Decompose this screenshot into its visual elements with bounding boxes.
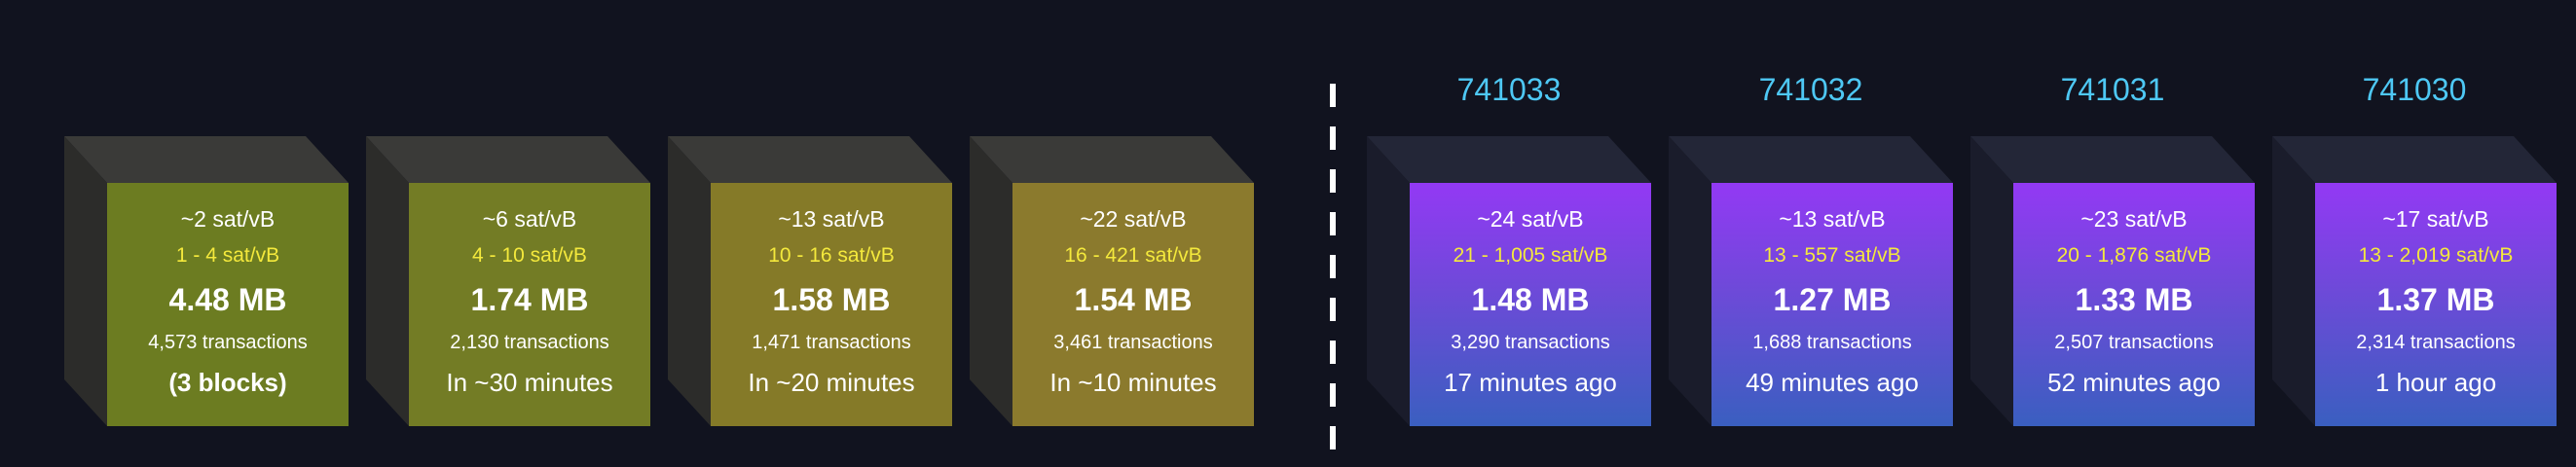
block-front-face: ~2 sat/vB 1 - 4 sat/vB 4.48 MB 4,573 tra… [107,183,349,426]
median-fee: ~13 sat/vB [778,206,885,232]
block-top-face [668,136,952,183]
block-front-face: ~17 sat/vB 13 - 2,019 sat/vB 1.37 MB 2,3… [2315,183,2557,426]
transaction-count: 2,130 transactions [450,332,609,353]
block-age: 52 minutes ago [2047,368,2221,397]
block-front-face: ~13 sat/vB 13 - 557 sat/vB 1.27 MB 1,688… [1711,183,1953,426]
block-size: 1.74 MB [470,282,589,317]
median-fee: ~22 sat/vB [1080,206,1187,232]
block-size: 1.48 MB [1471,282,1590,317]
block-size: 1.54 MB [1074,282,1193,317]
block-height-link[interactable]: 741033 [1367,72,1651,108]
mempool-block-2[interactable]: ~6 sat/vB 4 - 10 sat/vB 1.74 MB 2,130 tr… [366,136,650,426]
transaction-count: 3,461 transactions [1053,332,1213,353]
transaction-count: 1,688 transactions [1752,332,1912,353]
block-top-face [970,136,1254,183]
transaction-count: 3,290 transactions [1451,332,1610,353]
block-age: 17 minutes ago [1444,368,1617,397]
block-side-face [1367,136,1410,426]
block-side-face [366,136,409,426]
block-top-face [1970,136,2255,183]
mined-block-741031[interactable]: ~23 sat/vB 20 - 1,876 sat/vB 1.33 MB 2,5… [1970,136,2255,426]
fee-range: 13 - 2,019 sat/vB [2358,244,2514,267]
block-top-face [2272,136,2557,183]
mempool-block-1[interactable]: ~2 sat/vB 1 - 4 sat/vB 4.48 MB 4,573 tra… [64,136,349,426]
block-front-face: ~6 sat/vB 4 - 10 sat/vB 1.74 MB 2,130 tr… [409,183,650,426]
block-side-face [970,136,1012,426]
block-front-face: ~23 sat/vB 20 - 1,876 sat/vB 1.33 MB 2,5… [2013,183,2255,426]
mempool-block-4[interactable]: ~22 sat/vB 16 - 421 sat/vB 1.54 MB 3,461… [970,136,1254,426]
fee-range: 21 - 1,005 sat/vB [1453,244,1608,267]
block-eta: In ~30 minutes [446,368,613,397]
mined-block-741033[interactable]: ~24 sat/vB 21 - 1,005 sat/vB 1.48 MB 3,2… [1367,136,1651,426]
block-side-face [2272,136,2315,426]
median-fee: ~23 sat/vB [2080,206,2188,232]
block-size: 1.33 MB [2075,282,2193,317]
mined-block-741032[interactable]: ~13 sat/vB 13 - 557 sat/vB 1.27 MB 1,688… [1669,136,1953,426]
block-height-link[interactable]: 741030 [2272,72,2557,108]
fee-range: 16 - 421 sat/vB [1064,244,1202,267]
block-front-face: ~13 sat/vB 10 - 16 sat/vB 1.58 MB 1,471 … [711,183,952,426]
block-top-face [1367,136,1651,183]
block-size: 4.48 MB [168,282,287,317]
transaction-count: 2,507 transactions [2054,332,2214,353]
block-age: 1 hour ago [2374,368,2497,397]
median-fee: ~24 sat/vB [1477,206,1584,232]
block-side-face [1970,136,2013,426]
block-size: 1.27 MB [1773,282,1892,317]
block-eta: In ~20 minutes [748,368,915,397]
block-size: 1.58 MB [772,282,891,317]
block-top-face [1669,136,1953,183]
block-size: 1.37 MB [2376,282,2495,317]
fee-range: 20 - 1,876 sat/vB [2056,244,2212,267]
fee-range: 10 - 16 sat/vB [768,244,895,267]
block-height-link[interactable]: 741031 [1970,72,2255,108]
median-fee: ~13 sat/vB [1779,206,1886,232]
block-eta: (3 blocks) [168,368,287,397]
block-side-face [668,136,711,426]
block-top-face [366,136,650,183]
median-fee: ~17 sat/vB [2382,206,2489,232]
mempool-divider [1330,84,1336,467]
fee-range: 1 - 4 sat/vB [175,244,280,267]
median-fee: ~6 sat/vB [482,206,577,232]
mined-block-741030[interactable]: ~17 sat/vB 13 - 2,019 sat/vB 1.37 MB 2,3… [2272,136,2557,426]
fee-range: 13 - 557 sat/vB [1763,244,1901,267]
median-fee: ~2 sat/vB [180,206,276,232]
block-age: 49 minutes ago [1746,368,1919,397]
transaction-count: 4,573 transactions [148,332,308,353]
block-top-face [64,136,349,183]
block-side-face [64,136,107,426]
block-side-face [1669,136,1711,426]
block-front-face: ~24 sat/vB 21 - 1,005 sat/vB 1.48 MB 3,2… [1410,183,1651,426]
block-height-link[interactable]: 741032 [1669,72,1953,108]
transaction-count: 1,471 transactions [752,332,911,353]
fee-range: 4 - 10 sat/vB [472,244,587,267]
transaction-count: 2,314 transactions [2356,332,2516,353]
block-front-face: ~22 sat/vB 16 - 421 sat/vB 1.54 MB 3,461… [1012,183,1254,426]
mempool-block-3[interactable]: ~13 sat/vB 10 - 16 sat/vB 1.58 MB 1,471 … [668,136,952,426]
block-eta: In ~10 minutes [1049,368,1217,397]
